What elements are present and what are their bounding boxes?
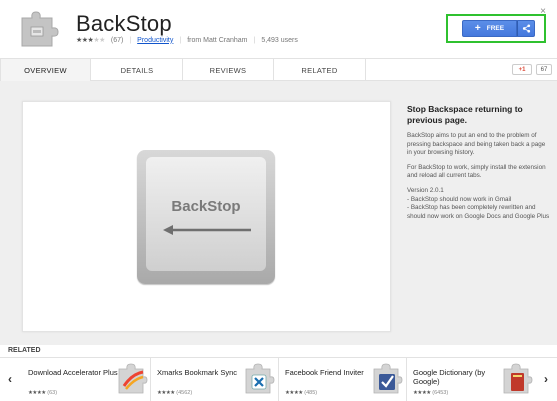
related-item-rating: ★★★★ (6453)	[413, 390, 448, 396]
rating-count: (63)	[47, 390, 58, 396]
keycap-face: BackStop	[146, 157, 266, 271]
related-item-rating: ★★★★ (4562)	[157, 390, 192, 396]
description-panel: Stop Backspace returning to previous pag…	[407, 104, 551, 221]
meta-divider: |	[179, 36, 182, 44]
description-title: Stop Backspace returning to previous pag…	[407, 104, 523, 125]
tab-bar: OVERVIEW DETAILS REVIEWS RELATED	[0, 58, 557, 81]
xmarks-icon	[245, 363, 275, 394]
carousel-next-button[interactable]: ›	[544, 372, 548, 386]
related-item-name: Xmarks Bookmark Sync	[157, 368, 238, 377]
free-install-button[interactable]: + FREE	[462, 20, 517, 37]
version-line: - BackStop should now work in Gmail	[407, 195, 512, 203]
puzzle-piece-icon	[21, 11, 59, 47]
related-item[interactable]: Download Accelerator Plus ★★★★ (63)	[22, 358, 151, 401]
plus-icon: +	[474, 22, 481, 34]
left-arrow-icon	[163, 225, 251, 235]
related-item-name: Facebook Friend Inviter	[285, 368, 364, 377]
carousel-prev-button[interactable]: ‹	[8, 372, 12, 386]
app-meta: ★★★★★ (67) | Productivity | from Matt Cr…	[76, 36, 298, 45]
related-carousel: ‹ Download Accelerator Plus ★★★★ (63) Xm…	[0, 357, 557, 401]
author-text: from Matt Cranham	[187, 36, 248, 44]
facebook-inviter-icon	[373, 363, 403, 394]
meta-divider: |	[129, 36, 132, 44]
rating-stars: ★★★★★	[76, 37, 105, 44]
tab-divider	[365, 59, 366, 81]
related-item[interactable]: Google Dictionary (by Google) ★★★★ (6453…	[407, 358, 536, 401]
rating-stars: ★★★★	[28, 390, 46, 396]
related-heading: RELATED	[8, 347, 41, 354]
rating-count: (67)	[110, 36, 124, 44]
key-label: BackStop	[171, 198, 241, 215]
tab-reviews[interactable]: REVIEWS	[183, 59, 273, 81]
rating-count: (6453)	[432, 390, 449, 396]
related-item-rating: ★★★★ (485)	[285, 390, 317, 396]
category-link[interactable]: Productivity	[137, 37, 173, 44]
gplus-label: +1	[518, 66, 526, 73]
google-dictionary-icon	[503, 363, 533, 394]
rating-count: (4562)	[176, 390, 193, 396]
related-item-name: Download Accelerator Plus	[28, 368, 118, 377]
rating-count: (485)	[304, 390, 318, 396]
related-item[interactable]: Xmarks Bookmark Sync ★★★★ (4562)	[151, 358, 279, 401]
google-plus-one-button[interactable]: +1	[512, 64, 532, 75]
description-paragraph: For BackStop to work, simply install the…	[407, 163, 546, 180]
rating-stars: ★★★★	[285, 390, 303, 396]
app-title: BackStop	[76, 11, 172, 36]
version-line: - BackStop has been completely rewritten…	[407, 204, 550, 220]
user-count: 5,493 users	[261, 36, 298, 44]
version-line: Version 2.0.1	[407, 186, 444, 194]
tab-details[interactable]: DETAILS	[92, 59, 182, 81]
related-item-name: Google Dictionary (by Google)	[413, 368, 486, 386]
tab-related[interactable]: RELATED	[274, 59, 365, 81]
description-paragraph: BackStop aims to put an end to the probl…	[407, 132, 546, 157]
share-button[interactable]	[517, 20, 535, 37]
share-icon	[522, 24, 530, 33]
rating-stars: ★★★★	[157, 390, 175, 396]
dap-icon	[118, 363, 148, 394]
backspace-key-image: BackStop	[137, 150, 275, 284]
related-item[interactable]: Facebook Friend Inviter ★★★★ (485)	[279, 358, 407, 401]
tab-overview[interactable]: OVERVIEW	[0, 59, 91, 81]
related-item-rating: ★★★★ (63)	[28, 390, 57, 396]
free-label: FREE	[486, 25, 505, 32]
rating-stars: ★★★★	[413, 390, 431, 396]
meta-divider: |	[253, 36, 256, 44]
version-notes: Version 2.0.1 - BackStop should now work…	[407, 187, 551, 221]
plus-one-count: 67	[536, 64, 552, 75]
